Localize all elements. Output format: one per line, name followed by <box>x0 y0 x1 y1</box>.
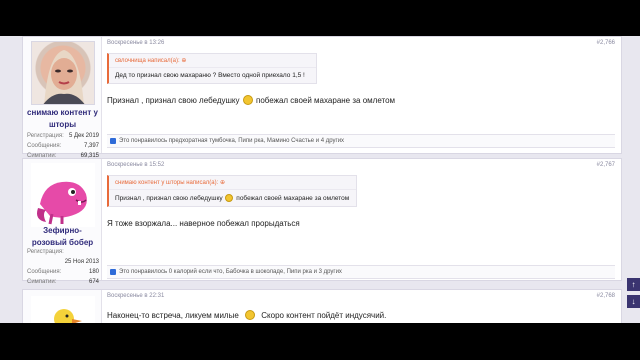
quote-author[interactable]: свлочнища написал(а): ⊕ <box>109 54 316 68</box>
stat-value: 180 <box>88 269 99 275</box>
stat-key: Регистрация: <box>27 133 64 139</box>
quote-text: Признал , признал свою лебедушку побежал… <box>109 190 356 206</box>
rubber-duck-icon <box>54 309 82 323</box>
post-number[interactable]: #2,767 <box>597 162 615 168</box>
username[interactable]: снимаю контент у шторы <box>23 107 102 131</box>
user-column <box>23 290 102 323</box>
quote-text-main: Признал , признал свою лебедушку <box>115 195 223 202</box>
stat-key: Сообщения: <box>27 269 62 275</box>
grin-emoji-icon <box>225 194 234 202</box>
avatar[interactable] <box>31 41 95 105</box>
post-date[interactable]: Воскресенье в 22:31 <box>107 293 164 299</box>
stat-row: Регистрация: 5 Дек 2019 <box>27 131 99 141</box>
quote-jump-icon[interactable]: ⊕ <box>181 58 186 64</box>
scroll-down-button[interactable]: ↓ <box>627 295 640 308</box>
thumbs-up-icon <box>110 138 116 144</box>
stat-key: Регистрация: <box>27 249 64 255</box>
post-message: Наконец-то встреча, ликуем милые Скоро к… <box>107 310 386 320</box>
quote-jump-icon[interactable]: ⊕ <box>220 180 225 186</box>
quote-block: снимаю контент у шторы написал(а): ⊕ При… <box>107 175 357 207</box>
post-date[interactable]: Воскресенье в 15:52 <box>107 162 164 168</box>
post-number[interactable]: #2,766 <box>597 40 615 46</box>
post: Зефирно-розовый бобер Регистрация: 25 Но… <box>22 158 622 285</box>
quote-author[interactable]: снимаю контент у шторы написал(а): ⊕ <box>109 176 356 190</box>
post: Воскресенье в 22:31 #2,768 Наконец-то вс… <box>22 289 622 323</box>
scroll-up-button[interactable]: ↑ <box>627 278 640 291</box>
pink-beaver-icon <box>37 181 87 225</box>
post-header: Воскресенье в 22:31 #2,768 <box>107 293 615 303</box>
post-main: Воскресенье в 15:52 #2,767 снимаю контен… <box>107 159 615 280</box>
stat-row: Сообщения: 180 <box>27 267 99 277</box>
avatar-portrait-icon <box>43 50 85 104</box>
likes-bar[interactable]: Это понравилось предхоратная тумбочка, П… <box>107 134 615 148</box>
stat-value: 5 Дек 2019 <box>68 133 99 139</box>
user-stats: Регистрация: 5 Дек 2019 Сообщения: 7,397 С… <box>27 131 99 161</box>
post-message: Я тоже взоржала... наверное побежал прор… <box>107 219 300 228</box>
wink-emoji-icon <box>245 310 256 320</box>
message-text-tail: Скоро контент пойдёт индусячий. <box>261 311 387 320</box>
quote-author-label: снимаю контент у шторы написал(а): <box>115 180 219 186</box>
username[interactable]: Зефирно-розовый бобер <box>23 225 102 249</box>
post-header: Воскресенье в 13:26 #2,766 <box>107 40 615 50</box>
post: снимаю контент у шторы Регистрация: 5 Дек… <box>22 36 622 159</box>
quote-text: Дед то признал свою махараню ? Вместо од… <box>115 72 305 79</box>
user-stats: Регистрация: 25 Ноя 2013 Сообщения: 180 С… <box>27 247 99 287</box>
post-message: Признал , признал свою лебедушку побежал… <box>107 95 395 105</box>
avatar[interactable] <box>31 296 95 323</box>
likes-text[interactable]: Это понравилось 0 калорий если что, Бабо… <box>119 269 342 275</box>
post-header: Воскресенье в 15:52 #2,767 <box>107 162 615 172</box>
stat-value: 7,397 <box>83 143 99 149</box>
post-date[interactable]: Воскресенье в 13:26 <box>107 40 164 46</box>
post-number[interactable]: #2,768 <box>597 293 615 299</box>
stat-row: Сообщения: 7,397 <box>27 141 99 151</box>
message-text: Признал , признал свою лебедушку <box>107 96 240 105</box>
stat-key: Симпатии: <box>27 279 57 285</box>
thumbs-up-icon <box>110 269 116 275</box>
forum-viewport: снимаю контент у шторы Регистрация: 5 Дек… <box>0 36 640 323</box>
stat-row: Регистрация: <box>27 247 99 257</box>
stat-row: 25 Ноя 2013 <box>27 257 99 267</box>
quote-text-tail: побежал своей махаране за омлетом <box>236 195 350 202</box>
quote-block: свлочнища написал(а): ⊕ Дед то признал с… <box>107 53 317 84</box>
quote-author-label: свлочнища написал(а): <box>115 58 180 64</box>
likes-text[interactable]: Это понравилось предхоратная тумбочка, П… <box>119 138 344 144</box>
user-column: Зефирно-розовый бобер Регистрация: 25 Но… <box>23 159 102 285</box>
user-column: снимаю контент у шторы Регистрация: 5 Дек… <box>23 37 102 159</box>
likes-bar[interactable]: Это понравилось 0 калорий если что, Бабо… <box>107 265 615 279</box>
stat-value: 25 Ноя 2013 <box>64 259 99 265</box>
grin-emoji-icon <box>242 95 253 105</box>
message-text-tail: побежал своей махаране за омлетом <box>255 96 396 105</box>
avatar[interactable] <box>31 163 95 227</box>
stat-row: Симпатии: 674 <box>27 277 99 287</box>
stat-key: Сообщения: <box>27 143 62 149</box>
post-main: Воскресенье в 22:31 #2,768 Наконец-то вс… <box>107 290 615 323</box>
message-text: Наконец-то встреча, ликуем милые <box>107 311 239 320</box>
post-main: Воскресенье в 13:26 #2,766 свлочнища нап… <box>107 37 615 153</box>
stat-value: 674 <box>88 279 99 285</box>
